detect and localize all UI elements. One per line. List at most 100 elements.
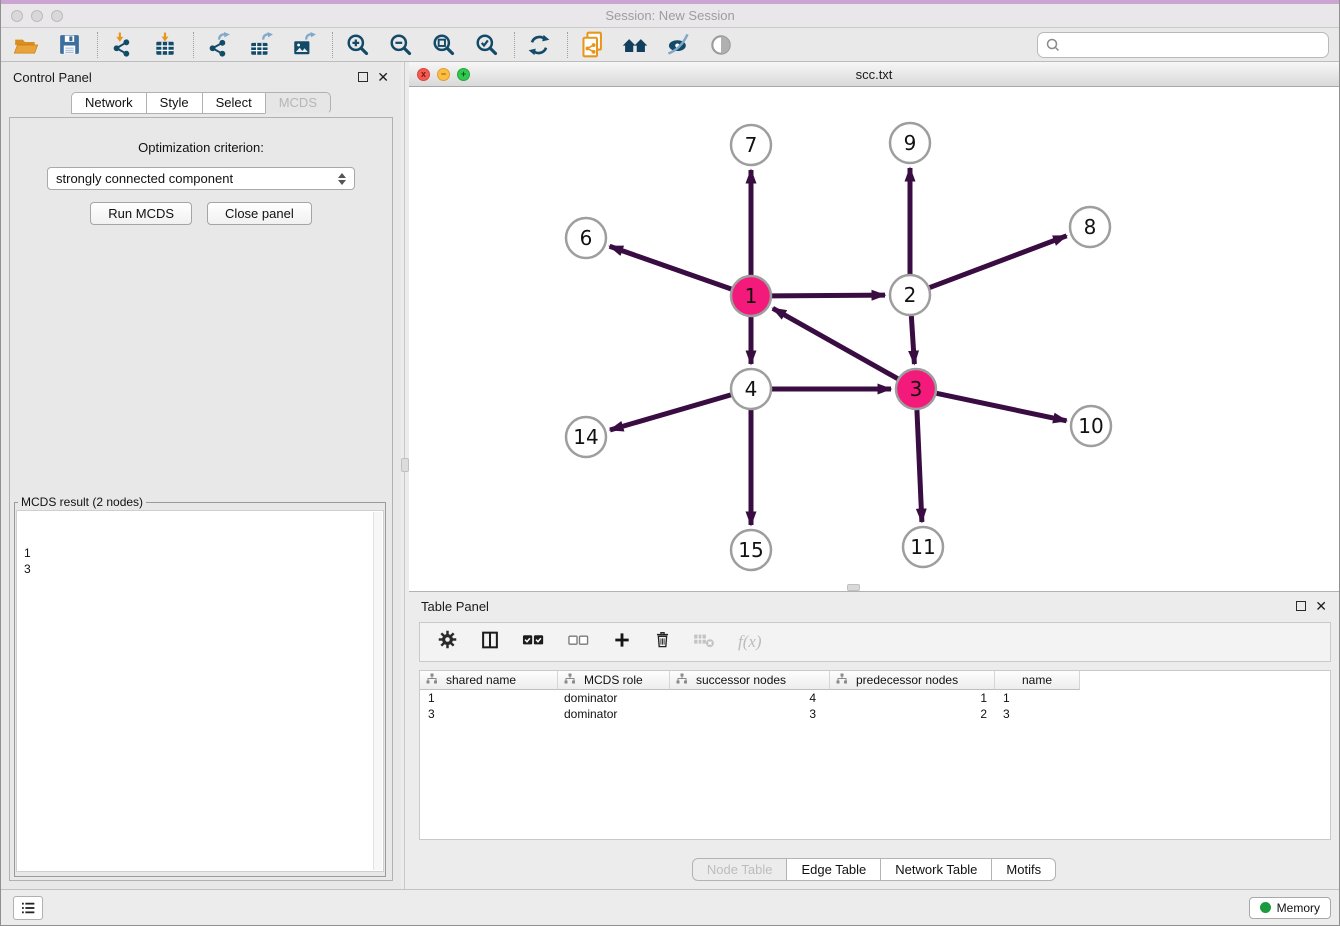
apply-layout-icon[interactable]	[524, 30, 554, 60]
column-header-name[interactable]: name	[995, 671, 1080, 690]
network-view-window: x − + scc.txt 7968124314101511	[409, 62, 1339, 592]
delete-row-trash-icon[interactable]	[653, 629, 672, 655]
float-table-panel-icon[interactable]	[1296, 601, 1306, 611]
cell-name[interactable]: 3	[995, 707, 1080, 721]
optimization-criterion-dropdown[interactable]: strongly connected component	[47, 167, 355, 190]
cell-predecessor-nodes[interactable]: 1	[830, 691, 995, 705]
memory-label: Memory	[1277, 901, 1320, 915]
graph-node-1[interactable]: 1	[731, 276, 771, 316]
close-table-panel-icon[interactable]: ✕	[1315, 601, 1327, 611]
graph-node-11[interactable]: 11	[903, 527, 943, 567]
run-mcds-button[interactable]: Run MCDS	[90, 202, 192, 225]
graph-edge-4-14[interactable]	[610, 395, 731, 430]
task-history-button[interactable]	[13, 896, 43, 920]
export-table-icon[interactable]	[246, 30, 276, 60]
network-graph[interactable]: 7 9 6 8 1 2 4 3 14 10 15 11	[409, 87, 1339, 591]
cell-successor-nodes[interactable]: 3	[670, 707, 830, 721]
panel-divider[interactable]	[401, 62, 409, 889]
cell-MCDS-role[interactable]: dominator	[558, 707, 670, 721]
cell-shared-name[interactable]: 1	[420, 691, 558, 705]
zoom-selected-icon[interactable]	[471, 30, 501, 60]
import-table-icon[interactable]	[150, 30, 180, 60]
graph-node-9[interactable]: 9	[890, 123, 930, 163]
result-line: 1	[24, 545, 369, 561]
column-layout-icon[interactable]	[479, 629, 501, 656]
zoom-in-icon[interactable]	[342, 30, 372, 60]
optimization-criterion-label: Optimization criterion:	[10, 140, 392, 155]
column-header-shared-name[interactable]: shared name	[420, 671, 558, 690]
graph-node-2[interactable]: 2	[890, 275, 930, 315]
table-row[interactable]: 3dominator323	[420, 706, 1330, 722]
divider-handle[interactable]	[401, 458, 409, 472]
graph-edge-3-10[interactable]	[937, 393, 1067, 420]
float-panel-icon[interactable]	[358, 72, 368, 82]
column-label: successor nodes	[696, 673, 786, 687]
split-handle[interactable]	[847, 584, 860, 591]
search-field[interactable]	[1037, 32, 1329, 58]
table-toolbar: f(x)	[419, 622, 1331, 662]
graph-edge-1-2[interactable]	[772, 295, 885, 296]
cell-predecessor-nodes[interactable]: 2	[830, 707, 995, 721]
table-row[interactable]: 1dominator411	[420, 690, 1330, 706]
graph-node-15[interactable]: 15	[731, 530, 771, 570]
cell-MCDS-role[interactable]: dominator	[558, 691, 670, 705]
tab-select[interactable]: Select	[202, 92, 266, 114]
tab-mcds[interactable]: MCDS	[265, 92, 331, 114]
close-panel-icon[interactable]: ✕	[377, 72, 389, 82]
graph-edge-2-3[interactable]	[911, 316, 914, 364]
graph-node-8[interactable]: 8	[1070, 207, 1110, 247]
deselect-all-columns-icon[interactable]	[568, 632, 591, 653]
svg-text:15: 15	[738, 538, 763, 562]
graph-node-10[interactable]: 10	[1071, 406, 1111, 446]
node-table[interactable]: shared name MCDS role successor nodes prede…	[419, 670, 1331, 840]
svg-text:14: 14	[573, 425, 598, 449]
graph-node-3[interactable]: 3	[896, 369, 936, 409]
column-label: predecessor nodes	[856, 673, 958, 687]
graph-node-14[interactable]: 14	[566, 417, 606, 457]
column-header-MCDS-role[interactable]: MCDS role	[558, 671, 670, 690]
search-input[interactable]	[1062, 36, 1322, 53]
import-network-icon[interactable]	[107, 30, 137, 60]
mcds-tab-content: Optimization criterion: strongly connect…	[9, 117, 393, 881]
add-row-icon[interactable]	[612, 630, 632, 655]
column-type-icon	[676, 673, 688, 688]
tab-edge-table[interactable]: Edge Table	[786, 858, 881, 881]
main-titlebar: Session: New Session	[1, 4, 1339, 28]
memory-button[interactable]: Memory	[1249, 897, 1331, 919]
show-hidden-eye-icon[interactable]	[706, 30, 736, 60]
close-panel-button[interactable]: Close panel	[207, 202, 312, 225]
tab-style[interactable]: Style	[146, 92, 203, 114]
clone-network-icon[interactable]	[577, 30, 607, 60]
hide-selected-eye-icon[interactable]	[663, 30, 693, 60]
tab-motifs[interactable]: Motifs	[991, 858, 1056, 881]
graph-edge-1-6[interactable]	[610, 246, 732, 289]
cell-successor-nodes[interactable]: 4	[670, 691, 830, 705]
tab-node-table[interactable]: Node Table	[692, 858, 788, 881]
open-session-icon[interactable]	[11, 30, 41, 60]
memory-status-dot	[1260, 902, 1271, 913]
home-view-icon[interactable]	[620, 30, 650, 60]
graph-edge-3-1[interactable]	[773, 308, 898, 378]
network-canvas[interactable]: 7 9 6 8 1 2 4 3 14 10 15 11	[409, 87, 1339, 591]
column-header-successor-nodes[interactable]: successor nodes	[670, 671, 830, 690]
graph-node-4[interactable]: 4	[731, 369, 771, 409]
column-label: shared name	[446, 673, 516, 687]
zoom-fit-icon[interactable]	[428, 30, 458, 60]
save-session-icon[interactable]	[54, 30, 84, 60]
select-all-columns-icon[interactable]	[522, 631, 547, 654]
graph-node-6[interactable]: 6	[566, 218, 606, 258]
graph-edge-2-8[interactable]	[930, 236, 1067, 288]
result-scrollbar[interactable]	[373, 512, 382, 870]
cell-shared-name[interactable]: 3	[420, 707, 558, 721]
settings-gear-icon[interactable]	[437, 629, 458, 655]
zoom-out-icon[interactable]	[385, 30, 415, 60]
cell-name[interactable]: 1	[995, 691, 1080, 705]
main-toolbar	[1, 28, 1339, 62]
tab-network-table[interactable]: Network Table	[880, 858, 992, 881]
graph-node-7[interactable]: 7	[731, 125, 771, 165]
export-image-icon[interactable]	[289, 30, 319, 60]
column-header-predecessor-nodes[interactable]: predecessor nodes	[830, 671, 995, 690]
export-network-icon[interactable]	[203, 30, 233, 60]
graph-edge-3-11[interactable]	[917, 410, 922, 522]
tab-network[interactable]: Network	[71, 92, 147, 114]
